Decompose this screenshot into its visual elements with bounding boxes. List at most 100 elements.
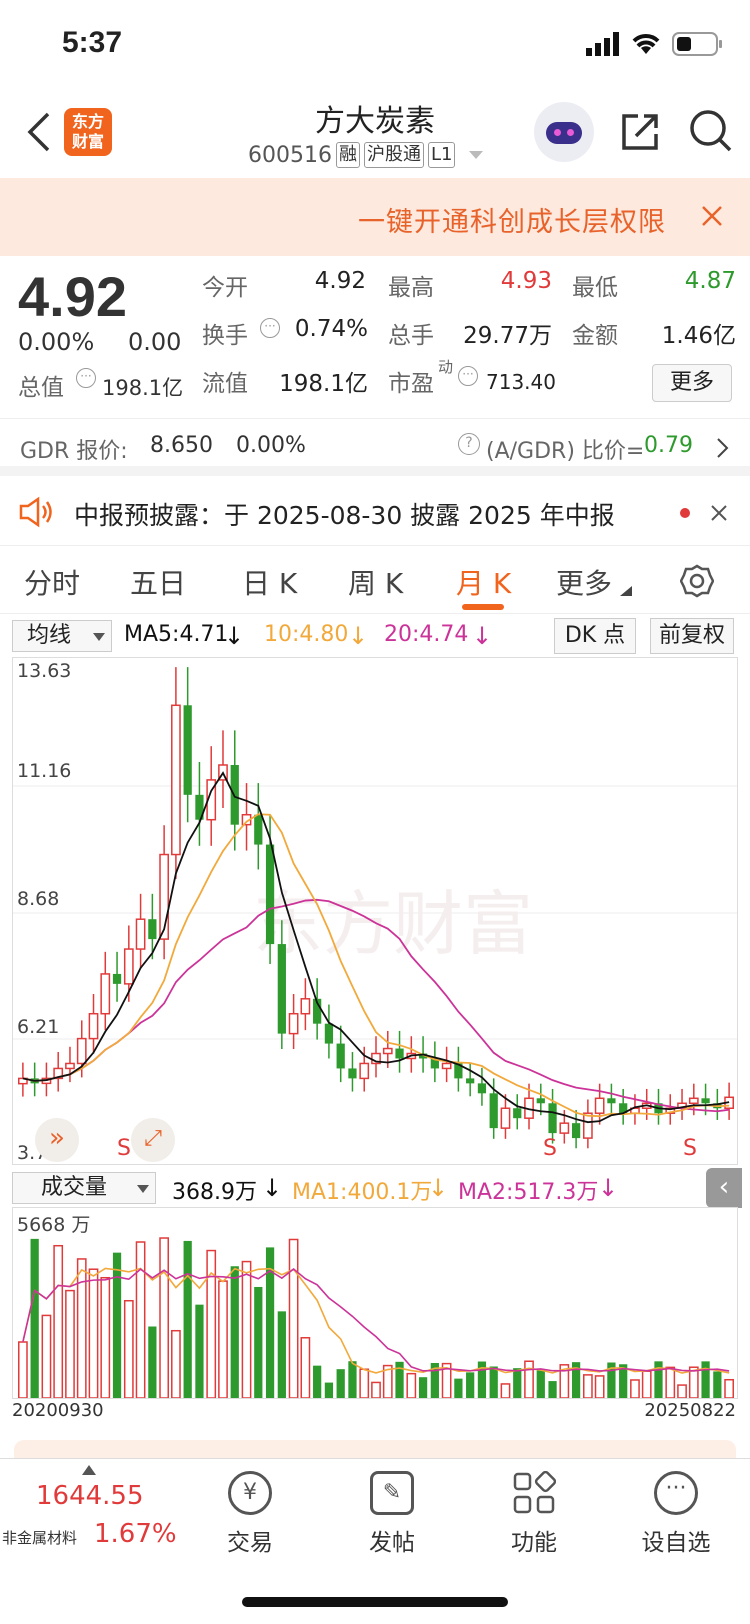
total-value: 198.1亿 bbox=[102, 376, 184, 400]
candle-body bbox=[254, 814, 263, 845]
gdr-price: 8.650 bbox=[150, 433, 213, 458]
bottom-toolbar: 1644.55 非金属材料 1.67% ¥ 交易 ✎ 发帖 功能 ··· 设自选 bbox=[0, 1458, 750, 1624]
volume-bar bbox=[406, 1372, 417, 1398]
volume-svg bbox=[18, 1237, 734, 1398]
pe-sup: 动 bbox=[438, 358, 454, 376]
tab-more[interactable]: 更多 bbox=[556, 562, 612, 602]
dk-point-button[interactable]: DK 点 bbox=[554, 618, 636, 654]
sell-marker-1: S bbox=[117, 1136, 131, 1161]
volume-bar bbox=[41, 1314, 52, 1398]
volume-value: 368.9万 bbox=[172, 1180, 257, 1205]
volume-bar bbox=[195, 1304, 204, 1398]
active-tab-indicator bbox=[462, 604, 504, 610]
close-icon[interactable] bbox=[700, 204, 724, 228]
wifi-icon bbox=[632, 34, 660, 54]
volume-axis-max: 5668 万 bbox=[17, 1214, 91, 1236]
home-indicator bbox=[242, 1597, 508, 1607]
candle-body bbox=[607, 1098, 616, 1104]
candle-body bbox=[123, 948, 134, 985]
share-icon[interactable] bbox=[618, 110, 662, 154]
ma10-value: 10:4.80 bbox=[264, 622, 349, 647]
volume-bar bbox=[288, 1238, 299, 1398]
volume-bar bbox=[477, 1361, 487, 1398]
candle-body bbox=[288, 1012, 299, 1035]
turnover-label: 换手 bbox=[202, 323, 248, 349]
gdr-row[interactable]: GDR 报价: 8.650 0.00% ? (A/GDR) 比价= 0.79 bbox=[0, 418, 750, 476]
candle-body bbox=[300, 998, 311, 1015]
promo-banner[interactable]: 一键开通科创成长层权限 bbox=[0, 178, 750, 256]
pe-info-icon[interactable]: ··· bbox=[458, 366, 478, 386]
candle-body bbox=[65, 1062, 75, 1070]
price-axis-3: 8.68 bbox=[17, 888, 60, 910]
candle-body bbox=[183, 705, 192, 795]
volume-arrow: ↓ bbox=[262, 1174, 283, 1202]
volume-bar bbox=[112, 1252, 122, 1398]
notice-close-icon[interactable] bbox=[710, 504, 728, 522]
more-dots-icon: ··· bbox=[654, 1471, 698, 1515]
volume-bar bbox=[582, 1374, 593, 1398]
volume-bar bbox=[724, 1378, 734, 1398]
candle-body bbox=[513, 1108, 522, 1119]
volume-bar bbox=[359, 1368, 370, 1398]
gdr-ratio: 0.79 bbox=[644, 433, 693, 458]
settings-icon[interactable] bbox=[680, 564, 714, 598]
volume-select-caret-icon bbox=[137, 1185, 149, 1193]
sell-marker-2: S bbox=[543, 1136, 557, 1161]
tab-intraday[interactable]: 分时 bbox=[24, 562, 80, 602]
volume-bar bbox=[183, 1240, 192, 1398]
indicator-select[interactable]: 均线 bbox=[12, 620, 112, 652]
tab-monthly-k[interactable]: 月 K bbox=[456, 562, 511, 602]
trade-button[interactable]: ¥ 交易 bbox=[200, 1471, 300, 1557]
volume-chart[interactable]: 5668 万 bbox=[12, 1207, 738, 1399]
total-value-label: 总值 bbox=[18, 375, 64, 401]
kline-chart[interactable]: 东方财富 13.63 11.16 8.68 6.21 3.74 » ⤢ S S … bbox=[12, 657, 738, 1165]
stock-code-row[interactable]: 600516 融 沪股通 L1 bbox=[248, 142, 485, 168]
candle-body bbox=[382, 1047, 393, 1055]
change-pct: 0.00% bbox=[18, 328, 95, 356]
more-button[interactable]: 更多 bbox=[652, 364, 732, 402]
gdr-label: GDR 报价: bbox=[20, 439, 128, 464]
fullscreen-icon[interactable]: ⤢ bbox=[131, 1118, 175, 1162]
tab-weekly-k[interactable]: 周 K bbox=[348, 562, 403, 602]
volume-bar bbox=[536, 1370, 545, 1398]
index-value[interactable]: 1644.55 bbox=[36, 1481, 144, 1511]
low-label: 最低 bbox=[572, 275, 618, 301]
last-price: 4.92 bbox=[18, 265, 127, 328]
info-icon[interactable]: ··· bbox=[76, 368, 96, 388]
collapse-panel-icon[interactable]: ‹ bbox=[706, 1168, 742, 1208]
search-icon[interactable] bbox=[688, 108, 734, 154]
post-button[interactable]: ✎ 发帖 bbox=[342, 1471, 442, 1557]
function-button[interactable]: 功能 bbox=[484, 1471, 584, 1557]
volume-bar bbox=[159, 1237, 170, 1398]
notice-bar[interactable]: 中报预披露：于 2025-08-30 披露 2025 年中报 bbox=[0, 476, 750, 546]
volume-bar bbox=[65, 1289, 75, 1398]
turnover-info-icon[interactable]: ··· bbox=[260, 318, 280, 338]
candle-body bbox=[441, 1062, 452, 1070]
volume-select-label: 成交量 bbox=[41, 1175, 108, 1200]
kline-svg: 东方财富 bbox=[13, 667, 737, 1149]
volume-bar bbox=[395, 1361, 404, 1398]
volume-bar bbox=[524, 1360, 534, 1398]
volume-indicator-select[interactable]: 成交量 bbox=[12, 1172, 156, 1204]
dropdown-icon bbox=[469, 151, 484, 159]
tab-daily-k[interactable]: 日 K bbox=[242, 562, 297, 602]
candle-body bbox=[88, 1012, 99, 1040]
status-time: 5:37 bbox=[62, 26, 123, 59]
volume-bar bbox=[548, 1381, 557, 1398]
volume-bar bbox=[18, 1341, 28, 1398]
tag-level: L1 bbox=[427, 142, 456, 168]
volume-bar bbox=[466, 1372, 475, 1398]
tab-five-day[interactable]: 五日 bbox=[130, 562, 186, 602]
expand-left-icon[interactable]: » bbox=[35, 1118, 79, 1162]
candle-body bbox=[477, 1083, 487, 1094]
help-icon[interactable]: ? bbox=[458, 433, 480, 455]
grid-icon bbox=[513, 1471, 556, 1514]
volume-bar bbox=[513, 1368, 522, 1398]
add-watchlist-button[interactable]: ··· 设自选 bbox=[626, 1471, 726, 1557]
assistant-robot-icon[interactable] bbox=[534, 102, 594, 162]
candle-body bbox=[135, 918, 146, 950]
volume-bar bbox=[241, 1260, 252, 1398]
adjust-button[interactable]: 前复权 bbox=[650, 618, 734, 654]
volume-label: 总手 bbox=[388, 323, 434, 349]
price-axis-4: 6.21 bbox=[17, 1016, 60, 1038]
